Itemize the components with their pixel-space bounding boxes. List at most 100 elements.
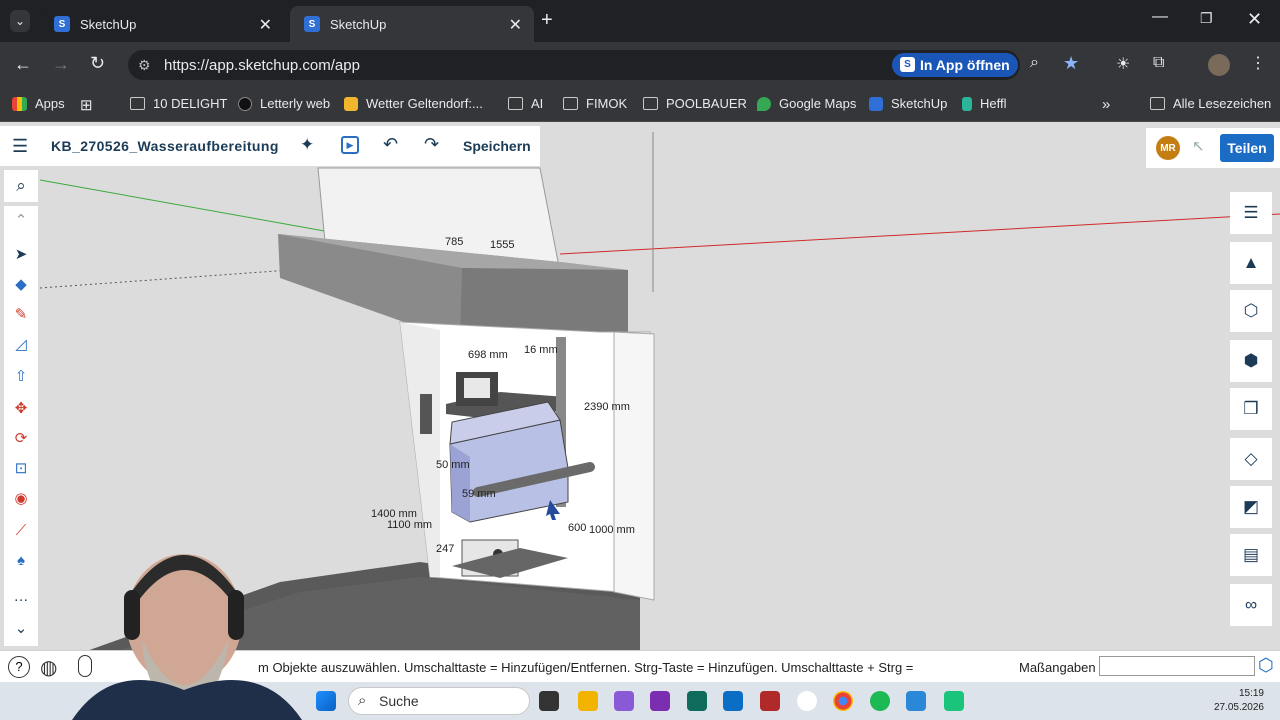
bookmark-letterly[interactable]: Letterly web <box>238 96 330 111</box>
instructor-icon[interactable]: ▲ <box>1230 242 1272 284</box>
move-tool-icon[interactable]: ✥ <box>10 398 32 420</box>
globe-icon[interactable]: ◍ <box>40 655 57 680</box>
styles-icon[interactable]: ◩ <box>1230 486 1272 528</box>
open-in-app-button[interactable]: S In App öffnen <box>892 53 1018 77</box>
spotify-icon[interactable] <box>870 691 890 711</box>
cursor-follow-icon[interactable]: ↖ <box>1192 137 1205 155</box>
taskbar-search[interactable]: ⌕ Suche <box>348 687 530 715</box>
menu-icon[interactable]: ⋮ <box>1250 53 1266 73</box>
help-icon[interactable]: ? <box>8 656 30 678</box>
display-icon[interactable]: ∞ <box>1230 584 1272 626</box>
collapse-down-icon[interactable]: ⌄ <box>10 618 32 640</box>
bookmark-label: AI <box>531 96 544 111</box>
play-scene-icon[interactable]: ▶ <box>341 136 359 154</box>
site-info-icon[interactable]: ⚙ <box>138 57 151 74</box>
more-tools-icon[interactable]: … <box>10 586 32 608</box>
bookmark-heffl[interactable]: Heffl <box>962 96 1007 111</box>
chrome-icon[interactable] <box>833 691 853 711</box>
bookmark-grid-icon[interactable]: ⊞ <box>80 96 93 114</box>
open-in-app-label: In App öffnen <box>920 57 1010 73</box>
tape-measure-icon[interactable]: ⟋ <box>10 520 32 542</box>
bookmark-apps[interactable]: Apps <box>12 96 65 111</box>
select-tool-icon[interactable]: ➤ <box>10 244 32 266</box>
materials-icon[interactable]: ❒ <box>1230 388 1272 430</box>
dimension-label: 600 <box>568 522 587 534</box>
browser-tab-bar: ⌄ S SketchUp ✕ S SketchUp ✕ + — ❐ ✕ <box>0 0 1280 42</box>
bookmark-star-icon[interactable]: ★ <box>1063 53 1079 74</box>
bookmark-fimok[interactable]: FIMOK <box>563 96 627 111</box>
hamburger-menu-icon[interactable]: ☰ <box>12 136 28 157</box>
minimize-icon[interactable]: — <box>1152 8 1168 26</box>
tags-icon[interactable]: ◇ <box>1230 438 1272 480</box>
all-bookmarks[interactable]: Alle Lesezeichen <box>1150 96 1271 111</box>
entity-info-icon[interactable]: ⬡ <box>1230 290 1272 332</box>
eraser-tool-icon[interactable]: ◆ <box>10 274 32 296</box>
search-tool-panel: ⌕ <box>4 170 38 202</box>
measurements-label: Maßangaben <box>1019 660 1096 675</box>
restore-icon[interactable]: ❐ <box>1200 10 1213 27</box>
measurements-input[interactable] <box>1099 656 1255 676</box>
line-tool-icon[interactable]: ✎ <box>10 304 32 326</box>
tab-title: SketchUp <box>80 16 137 32</box>
rotate-tool-icon[interactable]: ⟳ <box>10 428 32 450</box>
back-icon[interactable]: ← <box>14 54 32 75</box>
bookmark-google-maps[interactable]: Google Maps <box>757 96 856 111</box>
zoom-icon[interactable]: ⌕ <box>1030 54 1039 72</box>
url-field[interactable]: ⚙ https://app.sketchup.com/app <box>128 50 1020 80</box>
reload-icon[interactable]: ↻ <box>90 53 105 74</box>
bookmark-poolbauer[interactable]: POOLBAUER <box>643 96 747 111</box>
search-icon[interactable]: ⌕ <box>10 175 32 197</box>
redo-icon[interactable]: ↷ <box>424 134 439 155</box>
file-explorer-icon[interactable] <box>578 691 598 711</box>
undo-icon[interactable]: ↶ <box>383 134 398 155</box>
app-green-icon[interactable] <box>944 691 964 711</box>
save-button[interactable]: Speichern <box>463 138 531 154</box>
collapse-up-icon[interactable]: ⌃ <box>10 210 32 232</box>
dimension-label: 785 <box>445 236 464 248</box>
snipping-tool-icon[interactable] <box>614 691 634 711</box>
s-app-icon[interactable] <box>797 691 817 711</box>
components-icon[interactable]: ⬢ <box>1230 340 1272 382</box>
bookmark-sketchup[interactable]: SketchUp <box>869 96 947 111</box>
folder-icon <box>1150 97 1165 110</box>
taskbar-clock[interactable]: 15:19 27.05.2026 <box>1200 687 1264 715</box>
address-toolbar: ← → ↻ ⚙ https://app.sketchup.com/app S I… <box>0 42 1280 88</box>
rectangle-tool-icon[interactable]: ◿ <box>10 334 32 356</box>
avatar[interactable]: MR <box>1156 136 1180 160</box>
file-name[interactable]: KB_270526_Wasseraufbereitung <box>51 138 279 154</box>
bookmark-ai[interactable]: AI <box>508 96 543 111</box>
outliner-icon[interactable]: ☰ <box>1230 192 1272 234</box>
ai-sparkle-icon[interactable]: ✦ <box>300 135 314 155</box>
close-window-icon[interactable]: ✕ <box>1247 9 1262 30</box>
scale-tool-icon[interactable]: ⊡ <box>10 458 32 480</box>
search-placeholder: Suche <box>379 693 419 709</box>
close-tab-icon[interactable]: ✕ <box>259 15 272 35</box>
bookmark-wetter[interactable]: Wetter Geltendorf:... <box>344 96 483 111</box>
extensions-icon[interactable]: ⧉ <box>1153 54 1164 72</box>
windows-start-icon[interactable] <box>316 691 336 711</box>
bookmark-10-delight[interactable]: 10 DELIGHT <box>130 96 227 111</box>
share-button[interactable]: Teilen <box>1220 134 1274 162</box>
paint-bucket-icon[interactable]: ♠ <box>10 550 32 572</box>
bookmark-label: Heffl <box>980 96 1007 111</box>
bookmark-label: Google Maps <box>779 96 857 111</box>
forward-icon[interactable]: → <box>52 54 70 75</box>
more-bookmarks-icon[interactable]: » <box>1102 96 1110 113</box>
profile-avatar[interactable] <box>1208 54 1230 76</box>
tab-sketchup-1[interactable]: S SketchUp ✕ <box>40 6 284 42</box>
pdf-app-icon[interactable] <box>760 691 780 711</box>
remote-desktop-icon[interactable] <box>906 691 926 711</box>
orbit-tool-icon[interactable]: ◉ <box>10 488 32 510</box>
scenes-icon[interactable]: ▤ <box>1230 534 1272 576</box>
lightbulb-icon[interactable]: ☀ <box>1116 54 1130 74</box>
close-tab-icon[interactable]: ✕ <box>509 15 522 35</box>
task-view-icon[interactable] <box>539 691 559 711</box>
tab-search-chevron-icon[interactable]: ⌄ <box>10 10 30 32</box>
terminal-icon[interactable] <box>687 691 707 711</box>
push-pull-tool-icon[interactable]: ⇧ <box>10 366 32 388</box>
onenote-icon[interactable] <box>650 691 670 711</box>
tab-sketchup-2[interactable]: S SketchUp ✕ <box>290 6 534 42</box>
new-tab-icon[interactable]: + <box>541 9 553 32</box>
outlook-icon[interactable] <box>723 691 743 711</box>
dimension-label: 698 mm <box>468 349 508 361</box>
